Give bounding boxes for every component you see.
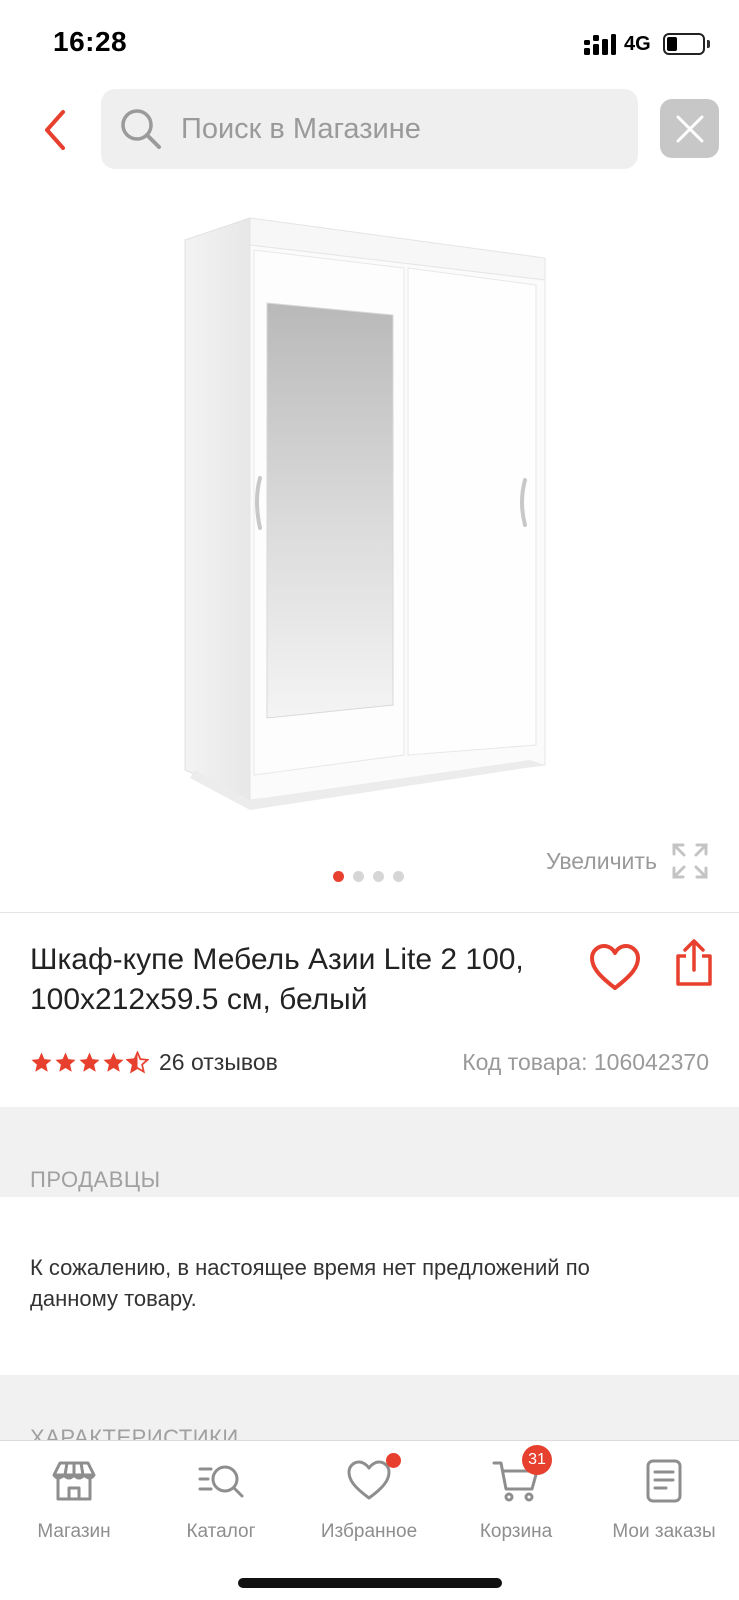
product-image[interactable] <box>150 200 590 840</box>
battery-icon <box>663 33 705 55</box>
half-star-icon <box>126 1050 149 1073</box>
pagination-dot[interactable] <box>333 871 344 882</box>
zoom-button[interactable]: Увеличить <box>546 842 709 880</box>
close-icon <box>676 115 703 142</box>
orders-icon <box>646 1459 682 1503</box>
tab-cart[interactable]: 31 Корзина <box>442 1445 590 1557</box>
reviews-link[interactable]: 26 отзывов <box>159 1049 278 1076</box>
tab-label: Корзина <box>479 1521 553 1542</box>
close-button[interactable] <box>660 99 719 158</box>
star-icon <box>31 1051 52 1072</box>
store-icon <box>52 1461 96 1501</box>
notification-dot <box>386 1453 401 1468</box>
share-button[interactable] <box>672 938 716 988</box>
search-box[interactable] <box>101 89 638 169</box>
sellers-heading: ПРОДАВЦЫ <box>30 1167 161 1192</box>
product-sku: Код товара: 106042370 <box>462 1049 709 1075</box>
sellers-section-header: ПРОДАВЦЫ <box>0 1107 739 1197</box>
heart-icon <box>347 1460 391 1500</box>
gallery-pagination <box>333 871 404 882</box>
favorites-icon-wrap <box>345 1453 401 1505</box>
no-offers-message: К сожалению, в настоящее время нет предл… <box>30 1255 590 1311</box>
heart-icon <box>590 944 640 990</box>
search-icon <box>121 109 161 149</box>
pagination-dot[interactable] <box>373 871 384 882</box>
rating-stars <box>30 1050 149 1074</box>
tab-favorites[interactable]: Избранное <box>295 1453 443 1557</box>
search-input[interactable] <box>181 89 621 169</box>
tab-label: Избранное <box>320 1521 418 1542</box>
battery-cap <box>707 40 710 48</box>
status-time: 16:28 <box>53 26 128 57</box>
tab-orders[interactable]: Мои заказы <box>590 1457 738 1557</box>
product-title: Шкаф-купе Мебель Азии Lite 2 100, 100x21… <box>30 943 524 1016</box>
divider <box>0 912 739 913</box>
pagination-dot[interactable] <box>353 871 364 882</box>
chevron-left-icon <box>45 110 65 150</box>
tab-label: Каталог <box>186 1521 256 1542</box>
star-icon <box>55 1051 76 1072</box>
star-icon <box>103 1051 124 1072</box>
characteristics-section-header[interactable]: ХАРАКТЕРИСТИКИ <box>0 1375 739 1450</box>
rating-row: 26 отзывов <box>30 1047 278 1077</box>
zoom-label: Увеличить <box>546 847 657 874</box>
signal-icon <box>584 34 616 55</box>
tab-store[interactable]: Магазин <box>0 1457 148 1557</box>
star-icon <box>79 1051 100 1072</box>
share-icon <box>676 939 712 986</box>
catalog-search-icon <box>198 1465 244 1498</box>
home-indicator <box>238 1578 502 1588</box>
expand-icon <box>672 843 708 879</box>
tab-label: Мои заказы <box>612 1521 716 1542</box>
status-bar: 16:28 4G <box>0 0 739 88</box>
back-button[interactable] <box>30 100 80 160</box>
tab-label: Магазин <box>37 1521 111 1542</box>
tab-bar: Магазин Каталог Избранное 31 Корзина Мои… <box>0 1440 739 1600</box>
pagination-dot[interactable] <box>393 871 404 882</box>
favorite-button[interactable] <box>588 943 642 993</box>
cart-badge: 31 <box>522 1445 552 1475</box>
tab-catalog[interactable]: Каталог <box>147 1457 295 1557</box>
network-type: 4G <box>624 33 651 55</box>
cart-icon-wrap: 31 <box>492 1445 552 1505</box>
